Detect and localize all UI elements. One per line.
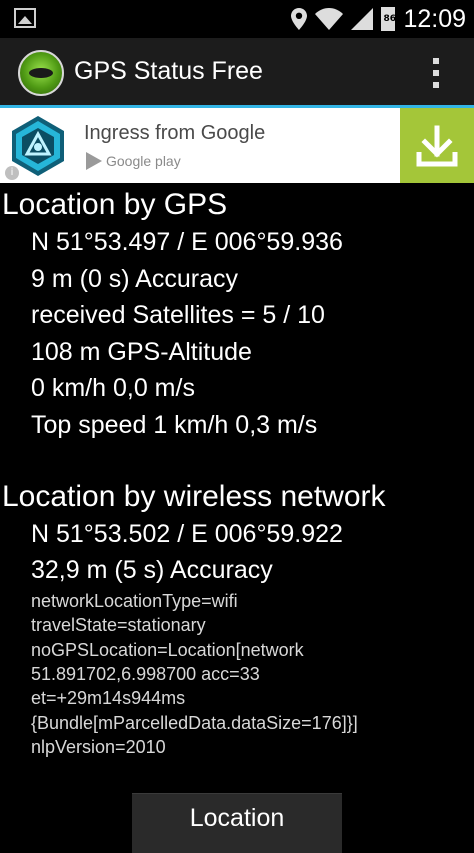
location-pin-icon [291,8,308,30]
ad-title: Ingress from Google [84,122,266,144]
network-accuracy: 32,9 m (5 s) Accuracy [31,556,273,585]
location-content: Location by GPS N 51°53.497 / E 006°59.9… [0,186,474,760]
overflow-menu-icon[interactable] [432,58,440,88]
gps-satellites: received Satellites = 5 / 10 [31,301,325,330]
network-detail-line: 51.891702,6.998700 acc=33 [31,663,260,684]
status-bar: 86 12:09 [0,0,474,38]
app-title: GPS Status Free [74,57,263,85]
network-detail-line: travelState=stationary [31,615,206,636]
ad-info-icon[interactable]: i [5,166,19,180]
google-play-badge: Google play [86,152,181,170]
picture-icon [14,8,36,28]
battery-icon: 86 [381,7,396,31]
gps-altitude: 108 m GPS-Altitude [31,337,252,366]
location-button-label: Location [189,804,285,832]
download-icon [416,125,458,167]
gps-heading: Location by GPS [2,188,228,221]
wifi-icon [315,8,344,30]
status-time: 12:09 [403,4,466,33]
gps-accuracy: 9 m (0 s) Accuracy [31,264,238,293]
gps-top-speed: Top speed 1 km/h 0,3 m/s [31,410,318,439]
battery-level: 86 [383,14,396,24]
network-detail-line: nlpVersion=2010 [31,737,166,758]
network-coordinates: N 51°53.502 / E 006°59.922 [31,519,343,548]
network-heading: Location by wireless network [2,479,386,513]
ad-download-button[interactable] [400,108,474,183]
google-play-label: Google play [106,153,181,169]
ad-banner[interactable]: i Ingress from Google Google play [0,108,474,183]
play-store-icon [86,152,102,170]
status-icons: 86 12:09 [291,0,466,38]
app-logo-icon[interactable] [18,50,64,96]
network-detail-line: noGPSLocation=Location[network [31,639,304,660]
network-detail-line: {Bundle[mParcelledData.dataSize=176]}] [31,712,358,733]
action-bar: GPS Status Free [0,38,474,108]
location-settings-button[interactable]: Location [132,793,342,853]
gps-speed: 0 km/h 0,0 m/s [31,374,195,403]
network-detail-line: et=+29m14s944ms [31,688,186,709]
network-detail-line: networkLocationType=wifi [31,590,238,611]
signal-icon [351,8,374,30]
gps-coordinates: N 51°53.497 / E 006°59.936 [31,228,343,256]
